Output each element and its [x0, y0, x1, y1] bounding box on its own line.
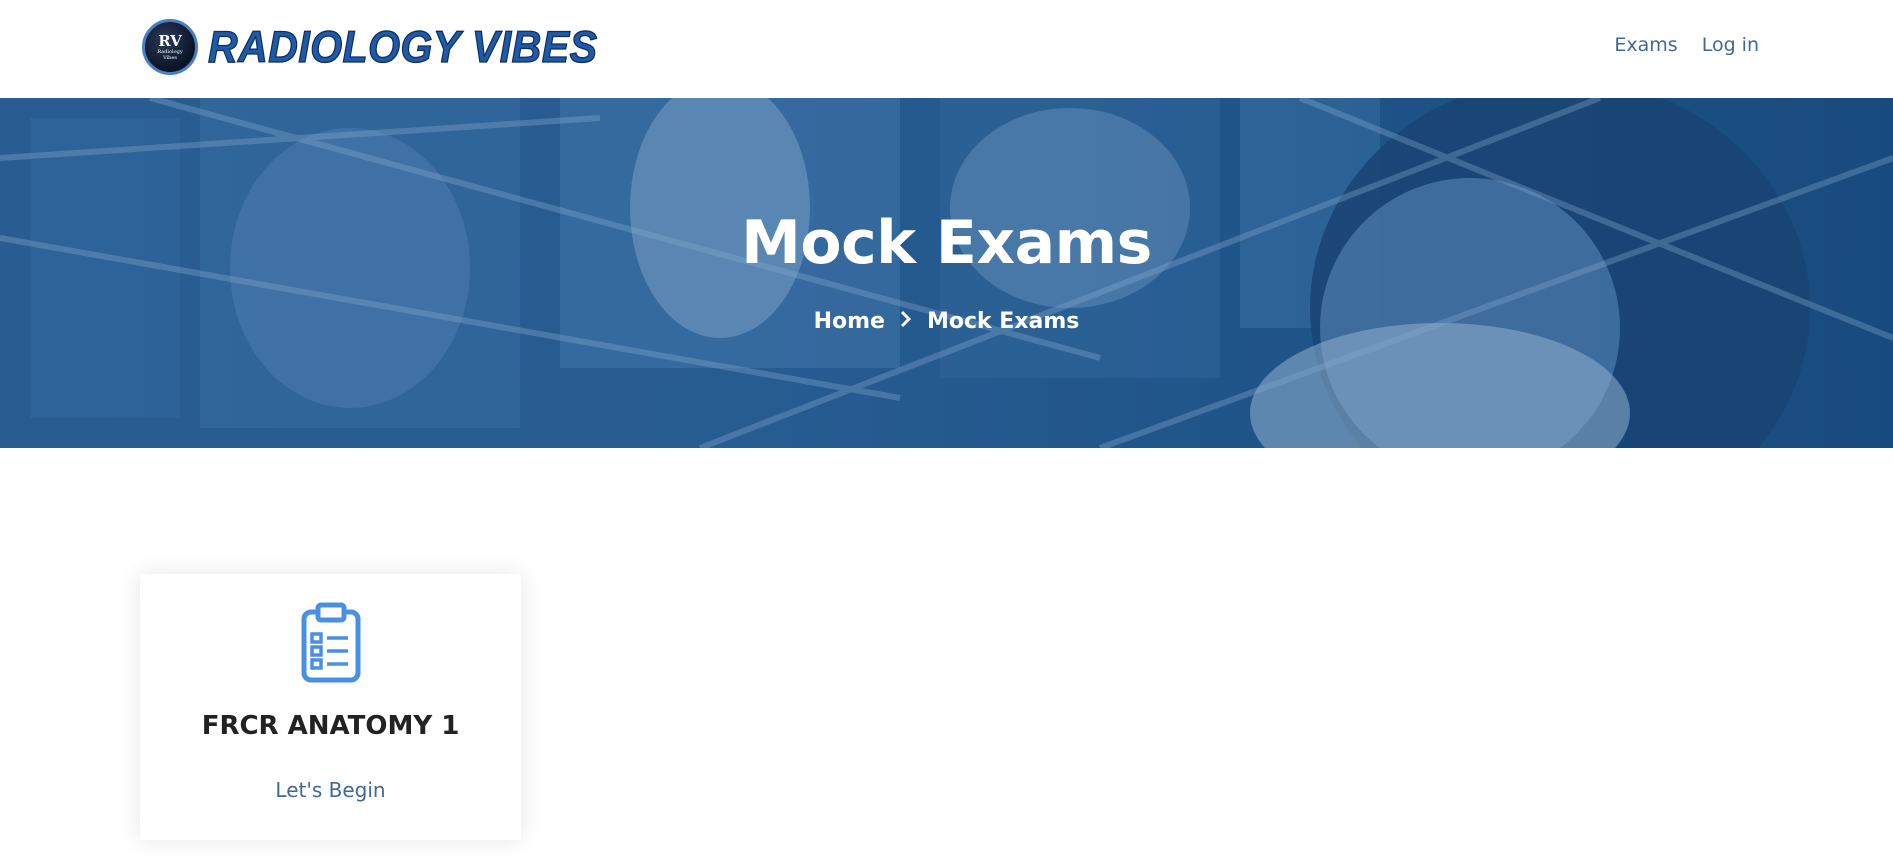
- exam-card-title: FRCR ANATOMY 1: [201, 711, 460, 741]
- logo-badge-subtext: Radiology Vibes: [157, 48, 183, 61]
- clipboard-checklist-icon: [300, 602, 362, 688]
- chevron-right-icon: [899, 309, 913, 334]
- logo-wordmark: RADIOLOGY VIBES: [207, 21, 598, 72]
- site-logo[interactable]: RV Radiology Vibes RADIOLOGY VIBES: [142, 17, 598, 77]
- page-hero: Mock Exams Home Mock Exams: [0, 98, 1893, 448]
- breadcrumb-home[interactable]: Home: [814, 309, 885, 334]
- breadcrumb-current: Mock Exams: [926, 309, 1080, 334]
- main-nav: Exams Log in: [1614, 34, 1759, 56]
- site-header: RV Radiology Vibes RADIOLOGY VIBES Exams…: [0, 0, 1893, 98]
- breadcrumb: Home Mock Exams: [0, 309, 1893, 334]
- logo-badge-initials: RV: [158, 31, 182, 50]
- page-title: Mock Exams: [741, 208, 1152, 278]
- nav-link-login[interactable]: Log in: [1702, 34, 1759, 56]
- logo-badge: RV Radiology Vibes: [142, 19, 198, 75]
- nav-link-exams[interactable]: Exams: [1614, 34, 1677, 56]
- exam-card[interactable]: FRCR ANATOMY 1 Let's Begin: [140, 574, 521, 840]
- lets-begin-link[interactable]: Let's Begin: [140, 778, 521, 802]
